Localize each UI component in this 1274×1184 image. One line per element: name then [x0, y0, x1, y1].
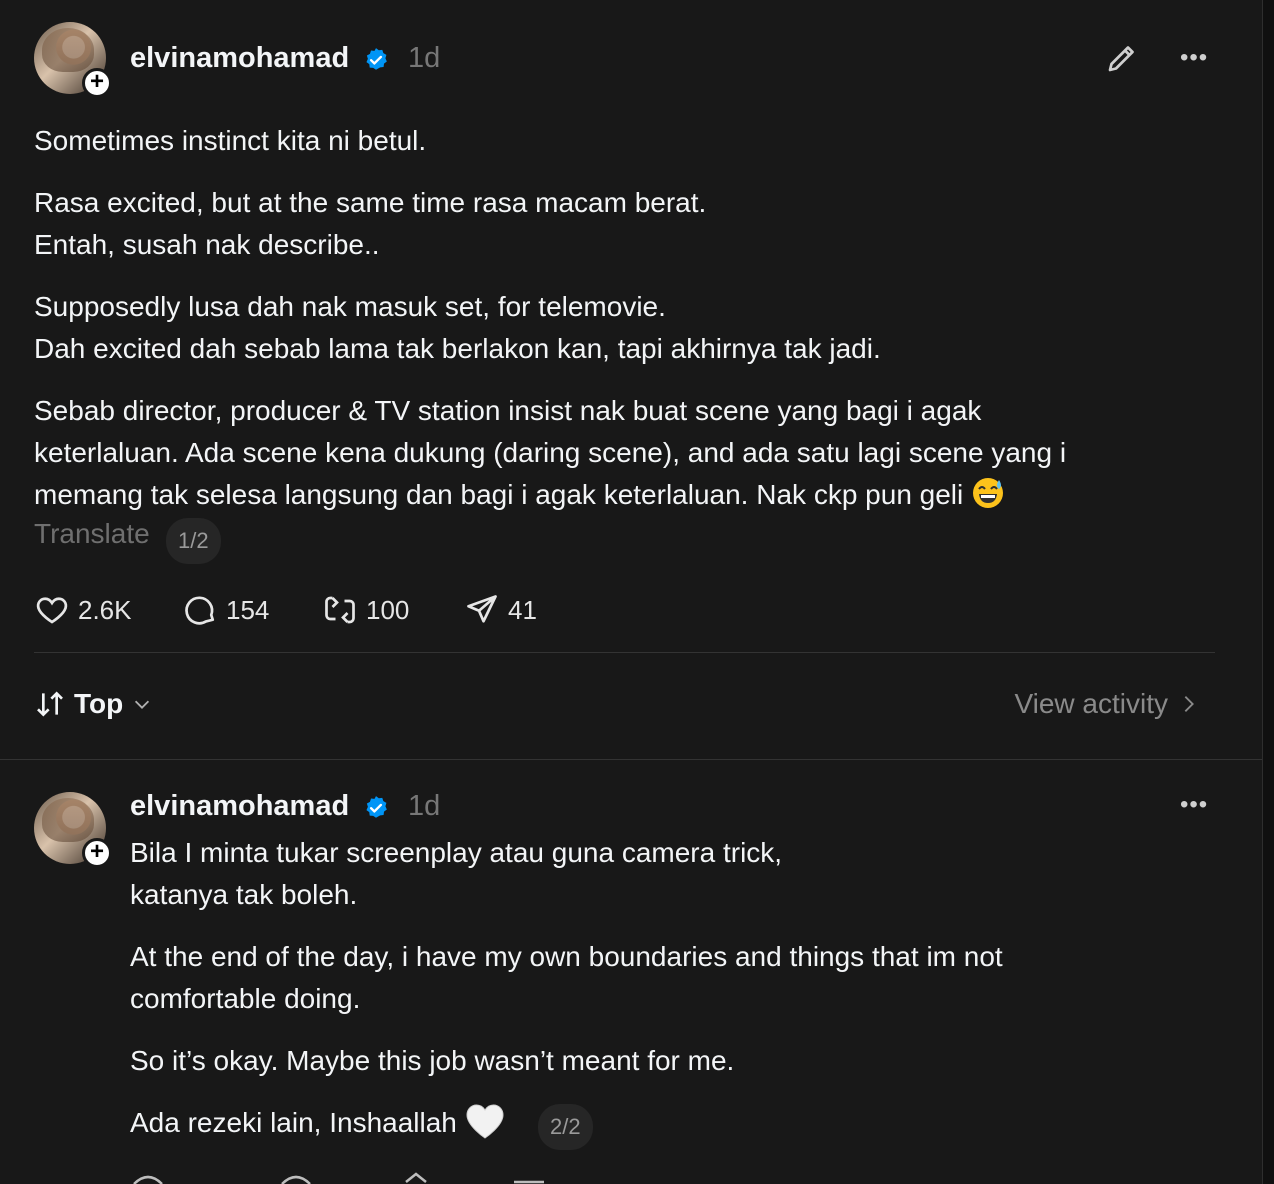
repost-icon: [325, 596, 355, 624]
sort-icon: [37, 691, 63, 717]
post-paragraph: Rasa excited, but at the same time rasa …: [34, 187, 707, 260]
sweat-smile-emoji-icon: [973, 478, 1004, 508]
sort-label: Top: [74, 688, 124, 719]
pencil-icon[interactable]: [1104, 40, 1140, 76]
like-count: 2.6K: [78, 594, 132, 625]
comment-icon: [185, 596, 215, 625]
more-icon[interactable]: •••: [1180, 44, 1208, 72]
sort-dropdown[interactable]: Top: [34, 688, 153, 720]
like-button[interactable]: 2.6K: [34, 590, 132, 630]
verified-icon: [366, 796, 387, 818]
share-button[interactable]: 41: [464, 590, 537, 630]
reply-paragraph: At the end of the day, i have my own bou…: [130, 941, 1003, 1014]
view-activity-link[interactable]: View activity: [1014, 688, 1198, 720]
share-icon: [467, 595, 497, 623]
reply-actions-partial: [133, 1172, 544, 1184]
repost-count: 100: [366, 594, 410, 625]
post-paragraph: Sometimes instinct kita ni betul.: [34, 125, 427, 156]
post-username[interactable]: elvinamohamad: [130, 42, 349, 75]
reply-avatar[interactable]: +: [34, 792, 112, 868]
comment-button[interactable]: 154: [182, 590, 269, 630]
comment-count: 154: [226, 594, 270, 625]
reply-paragraph: So it’s okay. Maybe this job wasn’t mean…: [130, 1045, 735, 1076]
chevron-right-icon: [1184, 696, 1194, 712]
white-heart-emoji-icon: [466, 1104, 504, 1139]
verified-icon: [366, 48, 387, 70]
heart-icon: [36, 597, 68, 624]
follow-plus-icon[interactable]: +: [82, 838, 112, 868]
reply-paragraph-last: Ada rezeki lain, Inshaallah: [130, 1102, 505, 1144]
share-count: 41: [508, 594, 537, 625]
view-activity-label: View activity: [1014, 688, 1168, 719]
section-divider: [0, 759, 1262, 760]
more-icon[interactable]: •••: [1180, 791, 1208, 819]
divider: [34, 652, 1215, 653]
avatar[interactable]: +: [34, 22, 112, 98]
reply-paragraph: Bila I minta tukar screenplay atau guna …: [130, 837, 783, 910]
repost-button[interactable]: 100: [322, 590, 409, 630]
translate-link[interactable]: Translate: [34, 518, 150, 550]
reply-time: 1d: [408, 790, 441, 822]
thread-panel: + elvinamohamad 1d ••• Sometimes instinc…: [0, 0, 1263, 1184]
page-indicator: 1/2: [166, 518, 221, 564]
chevron-down-icon: [135, 700, 150, 709]
post-paragraph: Supposedly lusa dah nak masuk set, for t…: [34, 291, 881, 364]
page-indicator: 2/2: [538, 1104, 593, 1150]
post-paragraph-last: Sebab director, producer & TV station in…: [34, 395, 1067, 510]
reply-username[interactable]: elvinamohamad: [130, 790, 349, 823]
post-time: 1d: [408, 42, 441, 74]
follow-plus-icon[interactable]: +: [82, 68, 112, 98]
